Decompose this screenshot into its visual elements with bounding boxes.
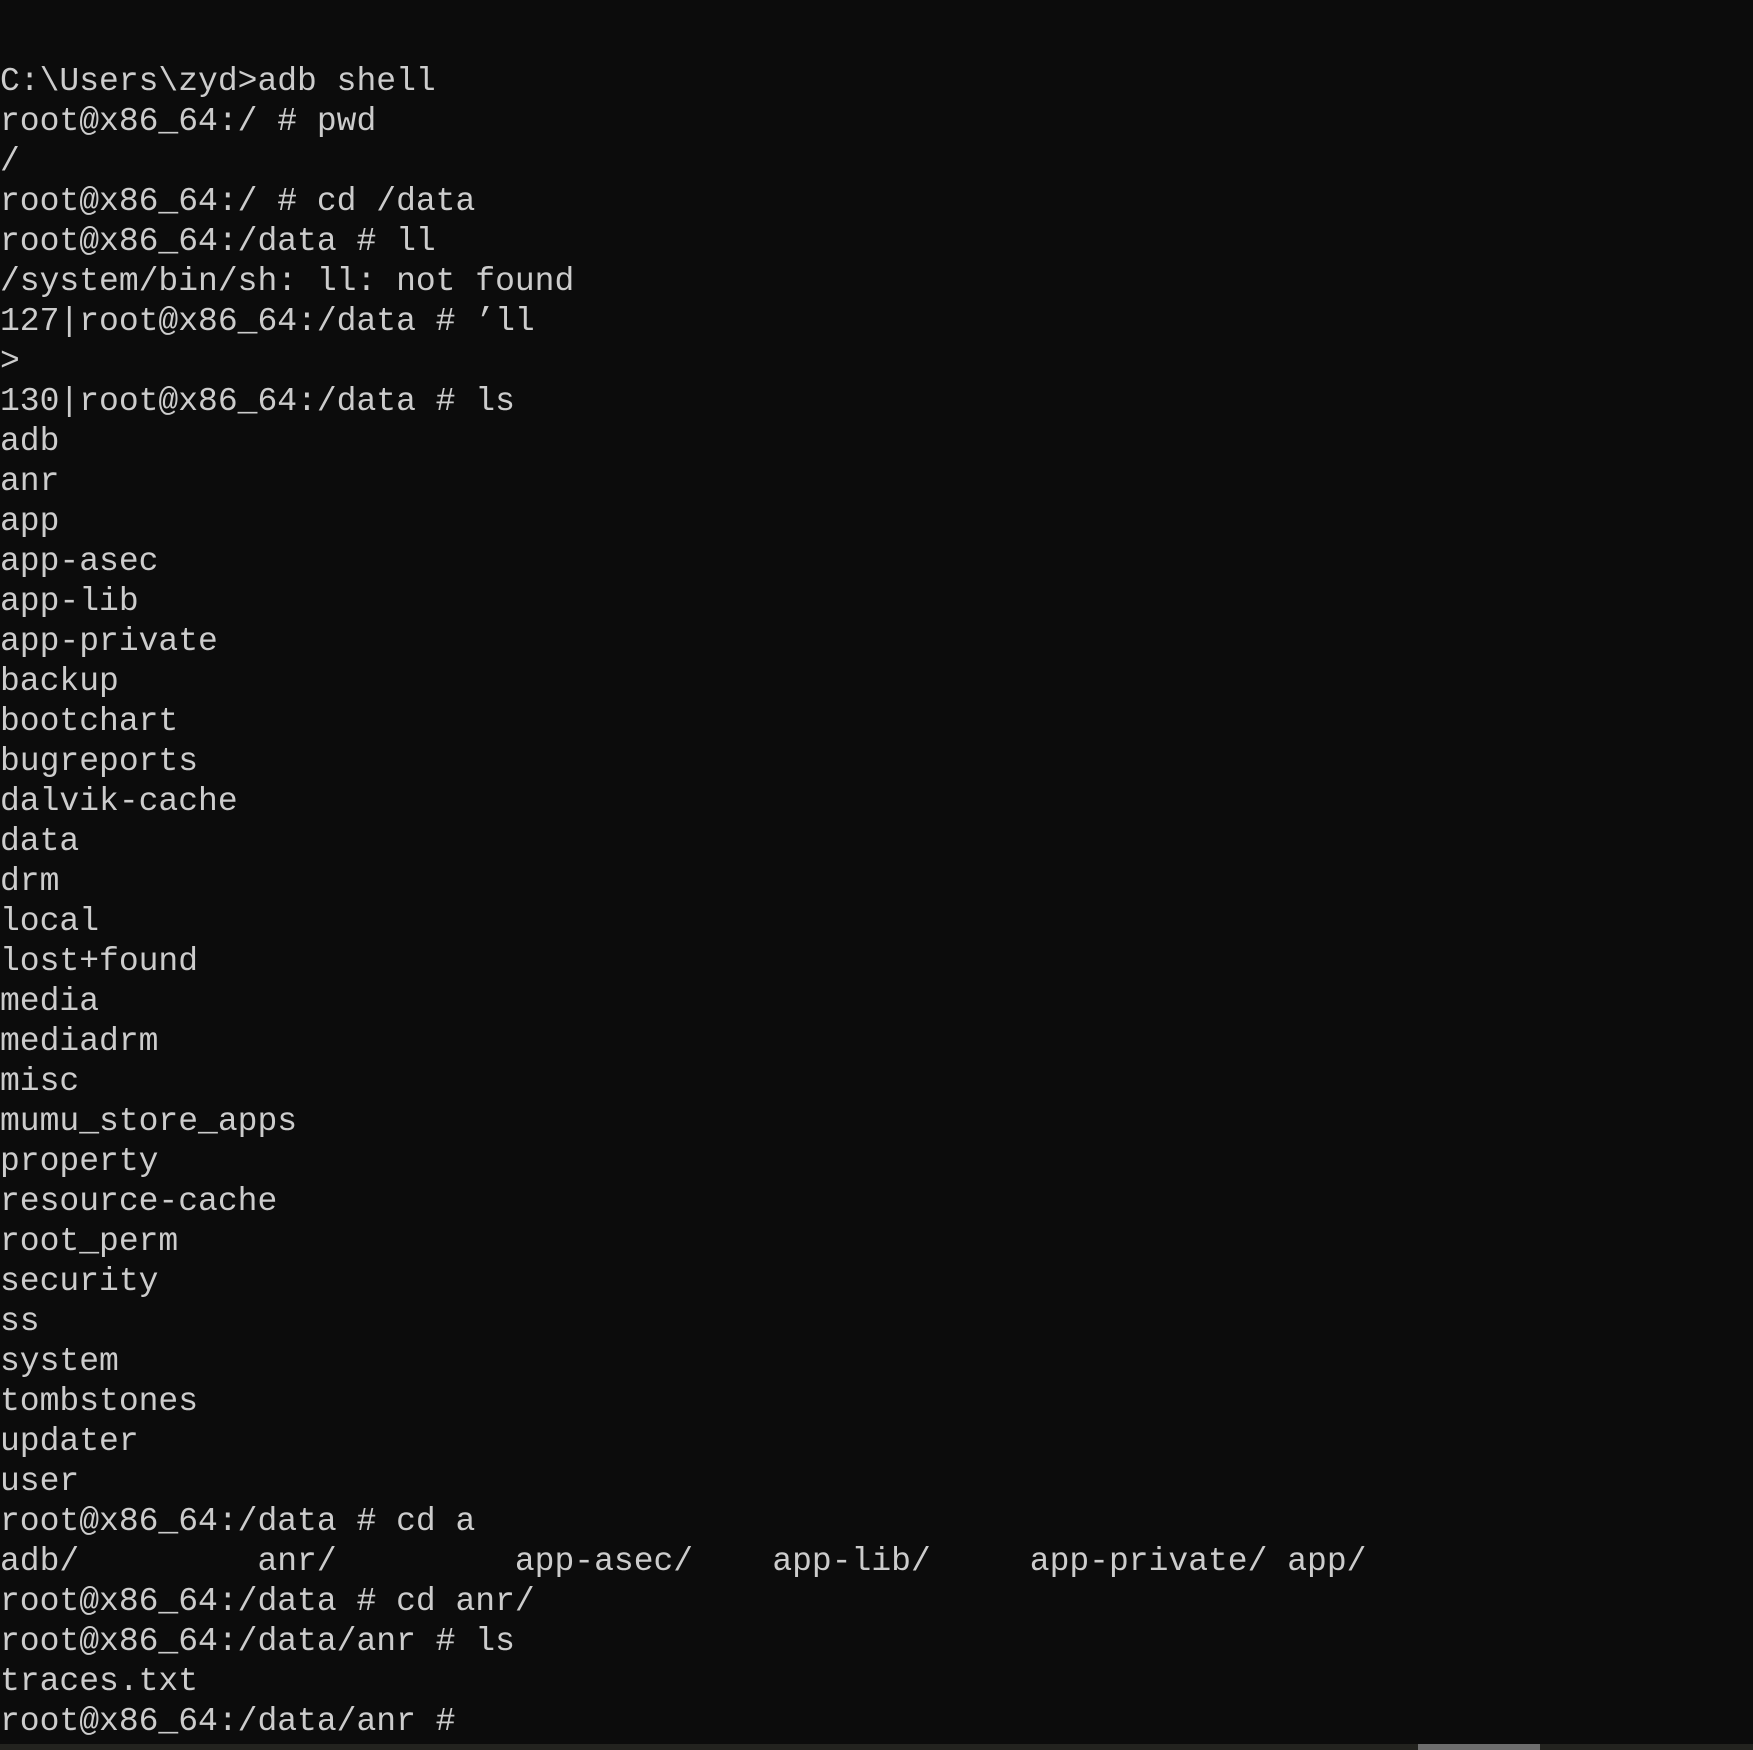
terminal-line: > — [0, 343, 20, 380]
terminal-line: root@x86_64:/ # pwd — [0, 103, 377, 140]
terminal-line: bootchart — [0, 703, 179, 740]
terminal-line: ss — [0, 1303, 40, 1340]
terminal-line: root@x86_64:/data/anr # — [0, 1703, 456, 1740]
terminal-line: local — [0, 903, 100, 940]
terminal-line: drm — [0, 863, 60, 900]
terminal-line: root@x86_64:/data # ll — [0, 223, 436, 260]
terminal-line: property — [0, 1143, 159, 1180]
horizontal-scrollbar[interactable] — [0, 1744, 1753, 1750]
terminal-line: user — [0, 1463, 80, 1500]
terminal-line: security — [0, 1263, 159, 1300]
terminal-line: tombstones — [0, 1383, 199, 1420]
terminal-line: 127|root@x86_64:/data # ’ll — [0, 303, 535, 340]
terminal-line: data — [0, 823, 80, 860]
terminal-line: traces.txt — [0, 1663, 199, 1700]
terminal-line: dalvik-cache — [0, 783, 238, 820]
terminal-line: adb — [0, 423, 60, 460]
terminal-line: app-lib — [0, 583, 139, 620]
terminal-line: updater — [0, 1423, 139, 1460]
terminal-line: root@x86_64:/data/anr # ls — [0, 1623, 515, 1660]
terminal-line: /system/bin/sh: ll: not found — [0, 263, 575, 300]
terminal-line: app-asec — [0, 543, 159, 580]
terminal-line: misc — [0, 1063, 80, 1100]
terminal-output[interactable]: C:\Users\zyd>adb shell root@x86_64:/ # pw… — [0, 62, 1753, 1742]
horizontal-scrollbar-thumb[interactable] — [1418, 1744, 1540, 1750]
terminal-line: resource-cache — [0, 1183, 278, 1220]
terminal-line: root@x86_64:/data # cd a — [0, 1503, 476, 1540]
terminal-line: root@x86_64:/ # cd /data — [0, 183, 476, 220]
terminal-line: / — [0, 143, 20, 180]
terminal-line: backup — [0, 663, 119, 700]
terminal-line: app — [0, 503, 60, 540]
terminal-line: 130|root@x86_64:/data # ls — [0, 383, 515, 420]
terminal-line: adb/ anr/ app-asec/ app-lib/ app-private… — [0, 1543, 1367, 1580]
terminal-line: app-private — [0, 623, 218, 660]
terminal-line: bugreports — [0, 743, 199, 780]
terminal-line: mediadrm — [0, 1023, 159, 1060]
terminal-line: C:\Users\zyd>adb shell — [0, 63, 436, 100]
terminal-line: media — [0, 983, 100, 1020]
terminal-line: system — [0, 1343, 119, 1380]
terminal-line: anr — [0, 463, 60, 500]
terminal-line: root_perm — [0, 1223, 179, 1260]
terminal-line: lost+found — [0, 943, 199, 980]
terminal-line: root@x86_64:/data # cd anr/ — [0, 1583, 535, 1620]
terminal-line: mumu_store_apps — [0, 1103, 298, 1140]
